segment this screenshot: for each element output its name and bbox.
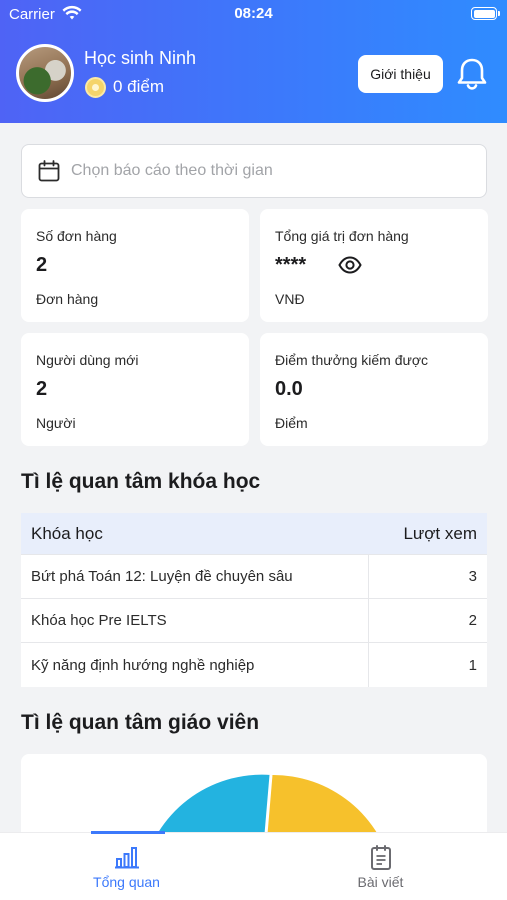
status-time: 08:24 [234,5,273,22]
stat-card-order-value: Tổng giá trị đơn hàng **** VNĐ [260,209,488,322]
tab-label: Bài viết [357,874,404,890]
intro-button[interactable]: Giới thiệu [358,55,443,93]
bar-chart-icon [114,847,139,869]
stat-label: Người dùng mới [36,352,139,368]
coin-icon [85,77,106,98]
header: Carrier 08:24 Học sinh Ninh 0 điểm Giới … [0,0,507,123]
column-divider [368,643,369,687]
course-name: Bứt phá Toán 12: Luyện đề chuyên sâu [31,568,293,585]
stat-value: 0.0 [275,378,303,400]
stat-card-reward-points: Điểm thưởng kiếm được 0.0 Điểm [260,333,488,446]
stat-card-new-users: Người dùng mới 2 Người [21,333,249,446]
stat-label: Tổng giá trị đơn hàng [275,228,409,244]
course-views: 2 [468,612,477,629]
header-views: Lượt xem [403,523,477,543]
stat-card-orders: Số đơn hàng 2 Đơn hàng [21,209,249,322]
stat-value: 2 [36,254,48,276]
stat-label: Điểm thưởng kiếm được [275,352,429,368]
stat-unit: VNĐ [275,291,305,307]
table-row[interactable]: Bứt phá Toán 12: Luyện đề chuyên sâu 3 [21,555,487,599]
stat-unit: Đơn hàng [36,291,99,307]
tab-label: Tổng quan [93,874,160,890]
course-table: Khóa học Lượt xem Bứt phá Toán 12: Luyện… [21,513,487,687]
table-row[interactable]: Khóa học Pre IELTS 2 [21,599,487,643]
eye-icon[interactable] [338,256,362,274]
stat-unit: Điểm [275,415,308,431]
tab-overview[interactable]: Tổng quan [0,833,253,900]
status-bar: Carrier 08:24 [0,0,507,30]
table-header: Khóa học Lượt xem [21,513,487,555]
stat-value: 2 [36,378,48,400]
course-views: 3 [468,568,477,585]
stat-unit: Người [36,415,76,431]
date-filter-placeholder: Chọn báo cáo theo thời gian [71,162,273,179]
points-label: 0 điểm [113,77,165,96]
table-row[interactable]: Kỹ năng định hướng nghề nghiệp 1 [21,643,487,687]
header-course: Khóa học [31,523,103,543]
battery-icon [471,7,500,20]
username: Học sinh Ninh [84,48,197,68]
document-icon [370,845,391,870]
bell-icon[interactable] [455,56,489,92]
tab-posts[interactable]: Bài viết [254,833,507,900]
avatar[interactable] [16,44,74,102]
teacher-section-title: Tì lệ quan tâm giáo viên [21,711,260,734]
date-filter-input[interactable]: Chọn báo cáo theo thời gian [21,144,487,198]
column-divider [368,555,369,598]
course-views: 1 [468,656,477,674]
course-name: Kỹ năng định hướng nghề nghiệp [31,656,255,674]
calendar-icon [38,160,60,182]
column-divider [368,599,369,642]
stat-value: **** [275,254,307,276]
stat-label: Số đơn hàng [36,228,117,244]
tab-bar: Tổng quan Bài viết [0,831,507,900]
course-section-title: Tì lệ quan tâm khóa học [21,470,261,493]
course-name: Khóa học Pre IELTS [31,612,167,629]
